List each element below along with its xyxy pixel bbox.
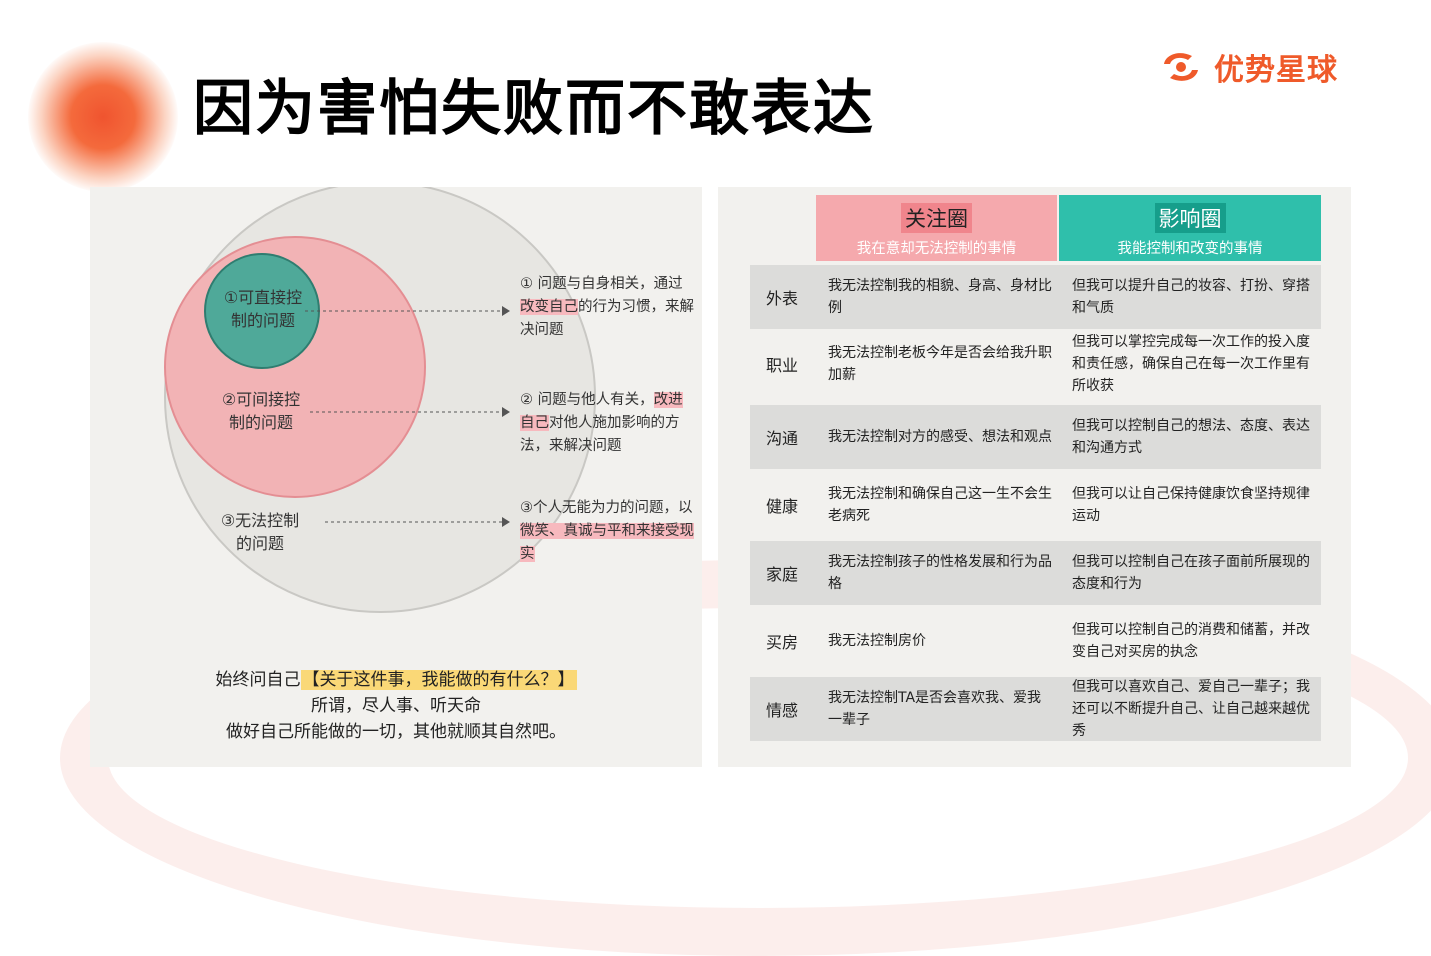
row-category: 外表 <box>765 289 798 308</box>
row-attention: 我无法控制孩子的性格发展和行为品格 <box>828 554 1052 592</box>
row-category: 健康 <box>765 497 798 516</box>
influence-circle-subtitle: 我能控制和改变的事情 <box>1117 241 1263 257</box>
description-1: ① 问题与自身相关，通过改变自己的行为习惯，来解决问题 <box>520 276 694 338</box>
circle-comparison-table: 关注圈 我在意却无法控制的事情 影响圈 我能控制和改变的事情 外表 我无法控制我… <box>718 187 1351 767</box>
row-influence: 但我可以控制自己在孩子面前所展现的态度和行为 <box>1072 554 1310 592</box>
row-attention: 我无法控制和确保自己这一生不会生老病死 <box>828 486 1052 524</box>
row-influence: 但我可以控制自己的消费和储蓄，并改变自己对买房的执念 <box>1072 622 1310 660</box>
table-row: 健康 我无法控制和确保自己这一生不会生老病死 但我可以让自己保持健康饮食坚持规律… <box>750 473 1321 537</box>
row-influence: 但我可以让自己保持健康饮食坚持规律运动 <box>1072 486 1310 524</box>
influence-circle-title: 影响圈 <box>1154 203 1226 233</box>
row-category: 职业 <box>765 356 798 375</box>
row-category: 沟通 <box>765 429 798 448</box>
description-2: ② 问题与他人有关，改进自己对他人施加影响的方法，来解决问题 <box>520 392 683 454</box>
table-row: 沟通 我无法控制对方的感受、想法和观点 但我可以控制自己的想法、态度、表达和沟通… <box>750 405 1321 469</box>
description-3: ③个人无能为力的问题，以微笑、真诚与平和来接受现实 <box>520 500 694 562</box>
brand-logo: 优势星球 <box>1158 44 1338 90</box>
row-influence: 但我可以喜欢自己、爱自己一辈子；我还可以不断提升自己、让自己越来越优秀 <box>1072 679 1310 739</box>
circle-diagram-panel: ①可直接控 制的问题 ②可间接控 制的问题 ③无法控制 的问题 ① 问题与自身相关，通… <box>90 187 702 767</box>
row-category: 情感 <box>765 701 798 720</box>
row-attention: 我无法控制房价 <box>828 633 926 649</box>
row-influence: 但我可以提升自己的妆容、打扮、穿搭和气质 <box>1072 278 1310 316</box>
row-influence: 但我可以控制自己的想法、态度、表达和沟通方式 <box>1072 418 1310 456</box>
table-row: 情感 我无法控制TA是否会喜欢我、爱我一辈子 但我可以喜欢自己、爱自己一辈子；我… <box>750 677 1321 741</box>
middle-circle-label: ②可间接控 制的问题 <box>221 390 301 432</box>
bottom-question-line: 始终问自己 【关于这件事，我能做的有什么？】 <box>215 670 577 690</box>
row-attention: 我无法控制我的相貌、身高、身材比例 <box>828 278 1052 316</box>
attention-circle-header: 关注圈 我在意却无法控制的事情 <box>816 195 1057 261</box>
table-row: 外表 我无法控制我的相貌、身高、身材比例 但我可以提升自己的妆容、打扮、穿搭和气… <box>750 265 1321 329</box>
brand-swirl-icon <box>1164 53 1198 81</box>
row-attention: 我无法控制TA是否会喜欢我、爱我一辈子 <box>828 690 1042 728</box>
row-category: 买房 <box>765 633 798 652</box>
row-category: 家庭 <box>765 565 798 584</box>
table-row: 买房 我无法控制房价 但我可以控制自己的消费和储蓄，并改变自己对买房的执念 <box>750 609 1321 673</box>
table-row: 职业 我无法控制老板今年是否会给我升职加薪 但我可以掌控完成每一次工作的投入度和… <box>750 332 1321 396</box>
row-attention: 我无法控制老板今年是否会给我升职加薪 <box>828 345 1052 383</box>
attention-circle-title: 关注圈 <box>901 203 972 233</box>
row-attention: 我无法控制对方的感受、想法和观点 <box>828 429 1052 445</box>
brand-name: 优势星球 <box>1214 53 1338 88</box>
page-title: 因为害怕失败而不敢表达 <box>193 74 875 144</box>
table-row: 家庭 我无法控制孩子的性格发展和行为品格 但我可以控制自己在孩子面前所展现的态度… <box>750 541 1321 605</box>
inner-circle-label: ①可直接控 制的问题 <box>223 288 303 330</box>
row-influence: 但我可以掌控完成每一次工作的投入度和责任感，确保自己在每一次工作里有所收获 <box>1072 334 1310 394</box>
influence-circle-header: 影响圈 我能控制和改变的事情 <box>1059 195 1321 261</box>
attention-circle-subtitle: 我在意却无法控制的事情 <box>856 241 1017 257</box>
bottom-line-3: 做好自己所能做的一切，其他就顺其自然吧。 <box>226 722 566 742</box>
bottom-line-2: 所谓，尽人事、听天命 <box>311 696 481 716</box>
outer-circle-label: ③无法控制 的问题 <box>220 511 300 553</box>
decorative-glow <box>28 42 178 192</box>
